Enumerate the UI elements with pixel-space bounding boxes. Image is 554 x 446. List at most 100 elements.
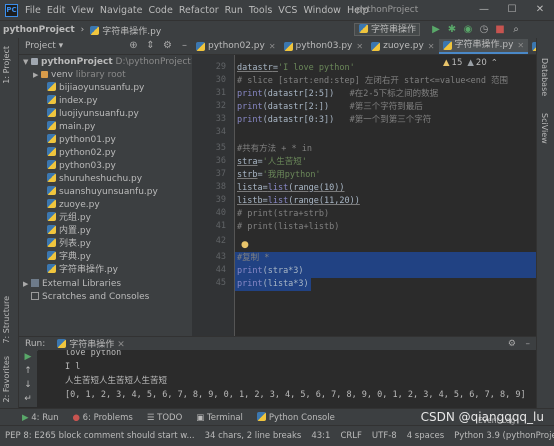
- close-icon[interactable]: ✕: [428, 39, 435, 54]
- code-line-43: #复制 *: [235, 252, 536, 265]
- tree-file[interactable]: zuoye.py: [47, 199, 100, 212]
- status-message[interactable]: PEP 8: E265 block comment should start w…: [0, 431, 200, 441]
- tree-file[interactable]: 字典.py: [47, 251, 91, 264]
- status-line-separator[interactable]: CRLF: [335, 431, 366, 441]
- tab-list[interactable]: 列表: [528, 39, 536, 54]
- project-tool-tab[interactable]: 1: Project: [2, 46, 11, 84]
- status-encoding[interactable]: UTF-8: [367, 431, 402, 441]
- status-indent[interactable]: 4 spaces: [402, 431, 449, 441]
- run-config-dropdown[interactable]: 字符串操作 ▾: [354, 23, 420, 48]
- menu-run[interactable]: Run: [222, 5, 246, 16]
- maximize-icon[interactable]: ☐: [498, 0, 526, 20]
- run-toolbar: ▶ ✱ ◉ ◷ ■ ⌕: [428, 22, 524, 38]
- close-icon[interactable]: ✕: [269, 39, 276, 54]
- locate-icon[interactable]: ⊕: [125, 40, 142, 51]
- soft-wrap-icon[interactable]: ↵: [19, 392, 37, 406]
- tree-file[interactable]: main.py: [47, 121, 95, 134]
- tab-zuoye[interactable]: zuoye.py ✕: [367, 39, 438, 54]
- tree-file[interactable]: 字符串操作.py: [47, 264, 118, 277]
- run-tool-button[interactable]: ▶ 4: Run: [0, 413, 66, 423]
- todo-tool-button[interactable]: ☰ TODO: [140, 413, 189, 423]
- close-icon[interactable]: ✕: [526, 0, 554, 20]
- status-position[interactable]: 43:1: [306, 431, 335, 441]
- menu-vcs[interactable]: VCS: [275, 5, 300, 16]
- minimize-icon[interactable]: —: [470, 0, 498, 20]
- tree-venv[interactable]: ▶ venv library root: [33, 69, 126, 82]
- favorites-tool-tab[interactable]: 2: Favorites: [2, 356, 11, 402]
- run-icon[interactable]: ▶: [428, 22, 444, 38]
- line-number: 33: [215, 114, 226, 124]
- python-file-icon: [47, 134, 56, 143]
- sciview-tool-tab[interactable]: SciView: [540, 113, 549, 144]
- menu-navigate[interactable]: Navigate: [97, 5, 146, 16]
- python-file-icon: [47, 238, 56, 247]
- console-line: 人生苦短人生苦短人生苦短: [65, 376, 168, 386]
- hide-icon[interactable]: –: [176, 40, 193, 51]
- close-icon[interactable]: ✕: [517, 38, 524, 53]
- tree-file[interactable]: 内置.py: [47, 225, 91, 238]
- python-console-tool-button[interactable]: Python Console: [250, 412, 342, 423]
- tree-file[interactable]: python02.py: [47, 147, 116, 160]
- navigation-bar: pythonProject › 字符串操作.py 字符串操作 ▾ ▶ ✱ ◉ ◷…: [0, 20, 554, 48]
- database-tool-tab[interactable]: Database: [540, 58, 549, 96]
- menu-window[interactable]: Window: [300, 5, 343, 16]
- tree-scratches[interactable]: Scratches and Consoles: [31, 291, 149, 304]
- tree-file[interactable]: 列表.py: [47, 238, 91, 251]
- gear-icon[interactable]: ⚙: [508, 339, 516, 349]
- menu-refactor[interactable]: Refactor: [176, 5, 222, 16]
- chevron-up-icon[interactable]: ⌃: [491, 58, 498, 68]
- terminal-tool-button[interactable]: ▣ Terminal: [189, 413, 250, 423]
- tree-file[interactable]: python03.py: [47, 160, 116, 173]
- inspection-widget[interactable]: ▲ 15 ▲ 20 ⌃: [443, 58, 498, 68]
- menu-tools[interactable]: Tools: [246, 5, 275, 16]
- line-number: 40: [215, 208, 226, 218]
- tree-external-libraries[interactable]: ▶ External Libraries: [23, 278, 121, 291]
- debug-icon[interactable]: ✱: [444, 22, 460, 38]
- gear-icon[interactable]: ⚙: [159, 40, 176, 51]
- tree-file[interactable]: python01.py: [47, 134, 116, 147]
- problems-tool-button[interactable]: ● 6: Problems: [66, 413, 140, 423]
- breadcrumb-project[interactable]: pythonProject: [0, 25, 78, 35]
- python-file-icon: [371, 42, 381, 51]
- close-icon[interactable]: ✕: [117, 340, 125, 350]
- tree-file[interactable]: suanshuyunsuanfu.py: [47, 186, 158, 199]
- search-icon[interactable]: ⌕: [508, 22, 524, 38]
- menu-edit[interactable]: Edit: [44, 5, 68, 16]
- library-icon: [31, 279, 39, 287]
- project-view-dropdown[interactable]: Project ▾: [19, 41, 63, 51]
- console-icon: [31, 292, 39, 300]
- profile-icon[interactable]: ◷: [476, 22, 492, 38]
- scroll-down-icon[interactable]: ↓: [19, 378, 37, 392]
- coverage-icon[interactable]: ◉: [460, 22, 476, 38]
- stop-icon[interactable]: ■: [492, 22, 508, 38]
- menu-view[interactable]: View: [68, 5, 97, 16]
- tree-file[interactable]: luojiyunsuanfu.py: [47, 108, 139, 121]
- tree-file[interactable]: bijiaoyunsuanfu.py: [47, 82, 144, 95]
- tab-string-ops[interactable]: 字符串操作.py ✕: [438, 38, 529, 54]
- scroll-up-icon[interactable]: ↑: [19, 364, 37, 378]
- tree-file[interactable]: 元组.py: [47, 212, 91, 225]
- python-file-icon: [47, 108, 56, 117]
- tree-file[interactable]: index.py: [47, 95, 98, 108]
- collapse-icon[interactable]: ⇕: [142, 40, 159, 51]
- rerun-icon[interactable]: ▶: [19, 350, 37, 364]
- breadcrumb-file[interactable]: 字符串操作.py: [87, 24, 164, 37]
- status-interpreter[interactable]: Python 3.9 (pythonProject): [449, 431, 554, 441]
- tab-python02[interactable]: python02.py ✕: [192, 39, 280, 54]
- menu-code[interactable]: Code: [145, 5, 175, 16]
- hide-icon[interactable]: –: [526, 339, 531, 349]
- tab-python03[interactable]: python03.py ✕: [280, 39, 368, 54]
- line-number: 29: [215, 62, 226, 72]
- code-line-39: listb=list(range(11,20)): [237, 196, 360, 206]
- tree-file[interactable]: shuruheshuchu.py: [47, 173, 142, 186]
- tree-root[interactable]: ▼ pythonProject D:\pythonProject1\pyth: [23, 56, 220, 69]
- lightbulb-icon[interactable]: ●: [241, 240, 249, 250]
- structure-tool-tab[interactable]: 7: Structure: [2, 296, 11, 344]
- pycharm-logo-icon: PC: [5, 3, 18, 17]
- code-editor[interactable]: datastr='I love python' # slice [start:e…: [235, 55, 536, 336]
- status-bar: PEP 8: E265 block comment should start w…: [0, 425, 554, 446]
- code-line-44: print(stra*3): [235, 265, 536, 278]
- menu-file[interactable]: File: [22, 5, 44, 16]
- run-console-output[interactable]: love python I l 人生苦短人生苦短人生苦短 [0, 1, 2, 3…: [38, 350, 536, 407]
- close-icon[interactable]: ✕: [356, 39, 363, 54]
